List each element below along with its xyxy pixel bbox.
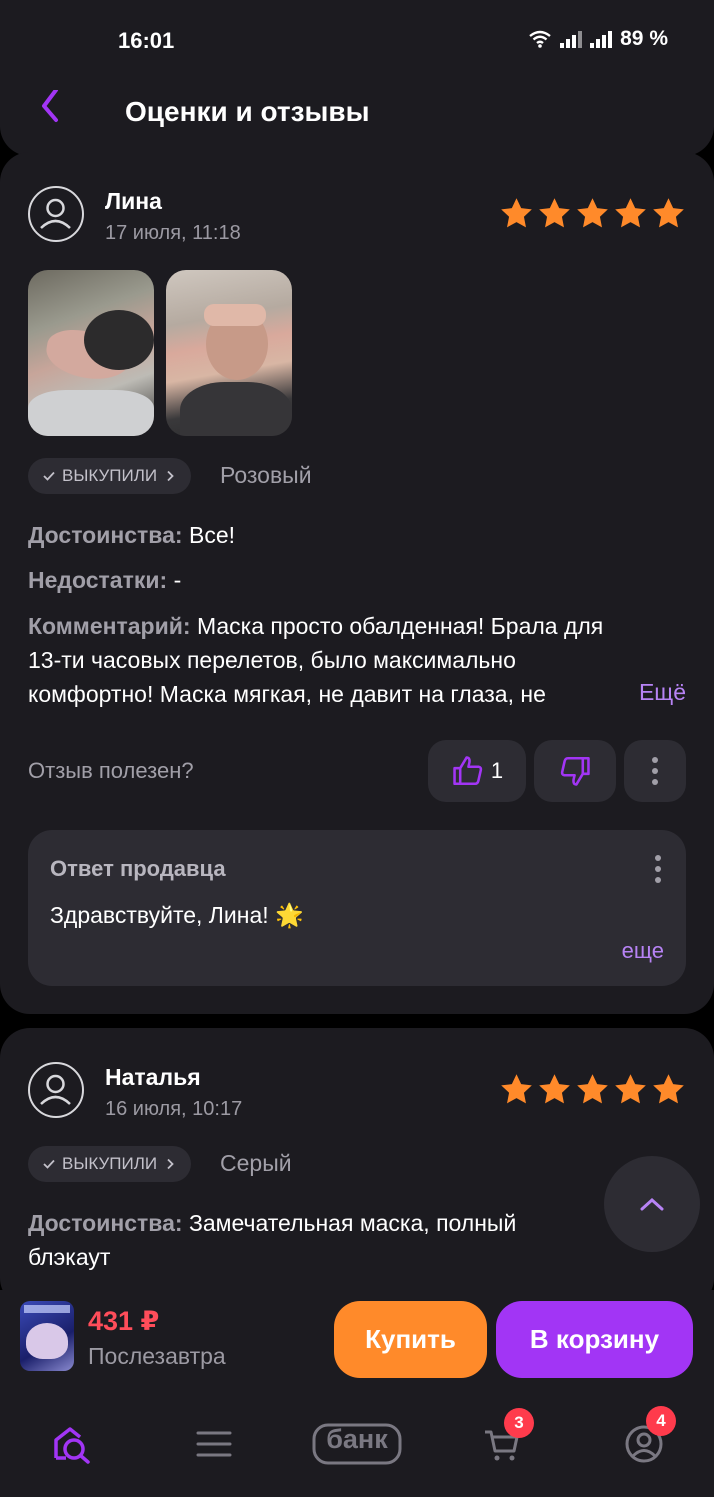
star-icon (577, 1074, 608, 1104)
rating-stars (499, 196, 686, 231)
cart-badge: 3 (504, 1408, 534, 1438)
signal-icon (560, 30, 583, 48)
review-card: Наталья 16 июля, 10:17 ВЫКУПИЛИ Серый До… (0, 1028, 714, 1308)
comment-line: комфортно! Маска мягкая, не давит на гла… (28, 681, 546, 707)
profile-badge: 4 (646, 1406, 676, 1436)
signal-icon-2 (590, 30, 613, 48)
review-photo[interactable] (166, 270, 292, 436)
buy-now-button[interactable]: Купить (334, 1301, 487, 1378)
seller-reply-title: Ответ продавца (50, 856, 226, 881)
review-card: Лина 17 июля, 11:18 ВЫКУПИЛИ Розовый Дос… (0, 152, 714, 1014)
star-icon (539, 1074, 570, 1104)
page-title: Оценки и отзывы (125, 96, 370, 127)
more-vertical-icon[interactable] (654, 854, 662, 884)
like-button[interactable]: 1 (428, 740, 526, 802)
review-menu-button[interactable] (624, 740, 686, 802)
review-cons: Недостатки: - (28, 563, 688, 597)
nav-bank[interactable]: банк (312, 1416, 402, 1472)
user-icon (40, 1074, 71, 1105)
review-date: 16 июля, 10:17 (105, 1098, 243, 1120)
buy-bar: 431 ₽ Послезавтра Купить В корзину (0, 1290, 714, 1390)
variant-color: Серый (220, 1150, 292, 1176)
star-icon (653, 1074, 684, 1104)
star-icon (501, 198, 532, 228)
avatar (28, 1062, 84, 1118)
expand-review-link[interactable]: Ещё (639, 679, 686, 706)
review-photo[interactable] (28, 270, 154, 436)
pros-label: Достоинства: (28, 522, 183, 548)
pros-text: Все! (188, 522, 236, 548)
pros-text: Замечательная маска, полный (188, 1210, 517, 1236)
comment-line: 13-ти часовых перелетов, было максимальн… (28, 647, 516, 673)
rating-stars (499, 1072, 686, 1107)
comment-label: Комментарий: (28, 613, 191, 639)
battery-percent: 89 % (620, 27, 668, 50)
chevron-left-icon (42, 88, 58, 122)
chevron-right-icon (167, 470, 174, 482)
bottom-nav: банк 3 4 (0, 1390, 714, 1497)
chevron-right-icon (167, 1158, 174, 1170)
star-icon (501, 1074, 532, 1104)
avatar (28, 186, 84, 242)
seller-reply: Ответ продавца Здравствуйте, Лина! 🌟 еще (28, 830, 686, 986)
review-author: Лина (105, 188, 162, 214)
seller-reply-more-link[interactable]: еще (622, 938, 664, 964)
product-price: 431 ₽ (88, 1306, 160, 1336)
pros-text: блэкаут (28, 1244, 111, 1270)
review-author: Наталья (105, 1064, 201, 1090)
purchased-label: ВЫКУПИЛИ (62, 466, 158, 485)
user-icon (40, 198, 71, 229)
nav-catalog[interactable] (186, 1416, 242, 1472)
variant-color: Розовый (220, 462, 312, 488)
purchased-badge[interactable]: ВЫКУПИЛИ (28, 458, 192, 494)
wifi-icon (529, 30, 551, 48)
nav-bank-label: банк (326, 1424, 388, 1454)
pros-label: Достоинства: (28, 1210, 183, 1236)
cons-label: Недостатки: (28, 567, 168, 593)
back-button[interactable] (32, 88, 72, 134)
review-date: 17 июля, 11:18 (105, 222, 241, 244)
home-search-icon (54, 1427, 90, 1464)
purchased-badge[interactable]: ВЫКУПИЛИ (28, 1146, 192, 1182)
star-icon (577, 198, 608, 228)
product-thumbnail[interactable] (20, 1301, 74, 1371)
check-icon (43, 1159, 55, 1169)
status-time: 16:01 (118, 28, 175, 53)
like-count: 1 (490, 758, 504, 783)
status-icons: 89 % (528, 27, 668, 51)
menu-icon (196, 1431, 232, 1457)
review-pros: Достоинства: Все! (28, 518, 688, 552)
purchased-label: ВЫКУПИЛИ (62, 1154, 158, 1173)
nav-cart[interactable]: 3 (474, 1408, 534, 1472)
comment-line: Маска просто обалденная! Брала для (196, 613, 604, 639)
thumbs-up-icon (453, 756, 483, 786)
chevron-up-icon (640, 1197, 664, 1211)
text-fade (574, 677, 634, 711)
seller-reply-text: Здравствуйте, Лина! 🌟 (50, 902, 304, 928)
review-pros: Достоинства: Замечательная маска, полный… (28, 1206, 608, 1274)
star-icon (615, 1074, 646, 1104)
nav-home[interactable] (44, 1416, 100, 1472)
star-icon (539, 198, 570, 228)
thumbs-down-icon (560, 756, 590, 786)
app-header: Оценки и отзывы (0, 80, 714, 156)
star-icon (653, 198, 684, 228)
more-vertical-icon (652, 757, 658, 785)
scroll-to-top-button[interactable] (604, 1156, 700, 1252)
useful-question: Отзыв полезен? (28, 758, 194, 783)
add-to-cart-button[interactable]: В корзину (496, 1301, 693, 1378)
cons-text: - (173, 567, 182, 593)
nav-profile[interactable]: 4 (616, 1406, 676, 1472)
check-icon (43, 471, 55, 481)
star-icon (615, 198, 646, 228)
dislike-button[interactable] (534, 740, 616, 802)
delivery-date: Послезавтра (88, 1343, 226, 1369)
status-bar: 16:01 89 % (0, 0, 714, 80)
